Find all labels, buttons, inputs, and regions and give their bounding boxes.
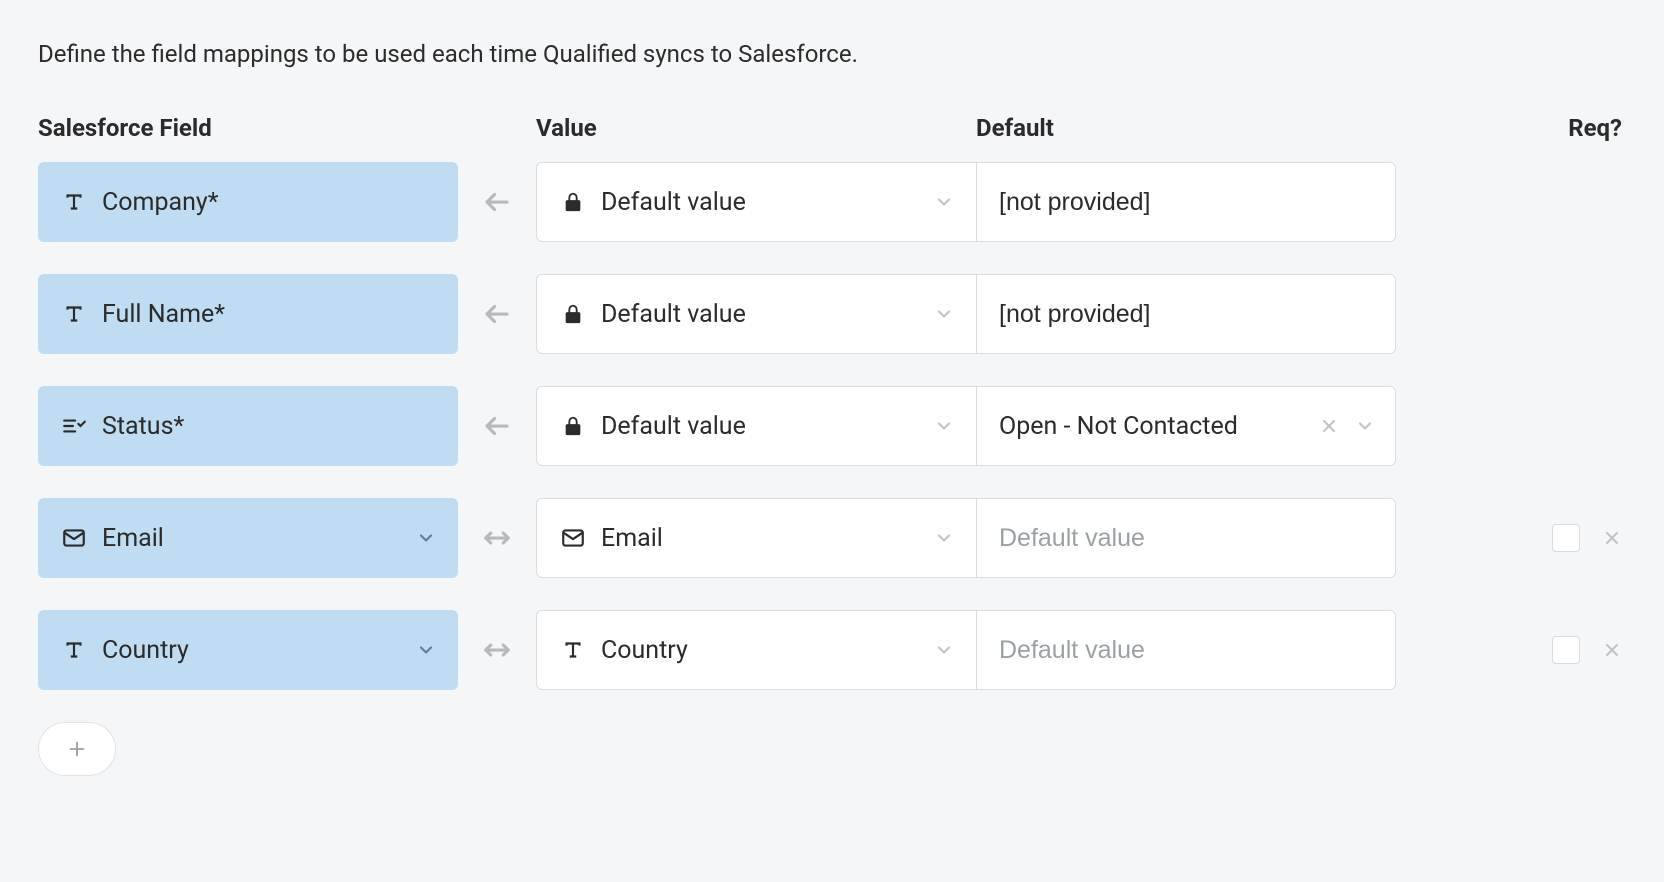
- add-row-button[interactable]: [38, 722, 116, 776]
- required-checkbox[interactable]: [1552, 636, 1580, 664]
- arrow-bidirectional-icon: [458, 523, 536, 553]
- remove-row-icon[interactable]: [1602, 528, 1622, 548]
- default-input[interactable]: [999, 300, 1373, 329]
- salesforce-field-box[interactable]: Country: [38, 610, 458, 690]
- value-label: Default value: [601, 412, 934, 441]
- required-checkbox[interactable]: [1552, 524, 1580, 552]
- value-select[interactable]: Email: [537, 499, 977, 577]
- value-default-group: Email: [536, 498, 1396, 578]
- arrow-bidirectional-icon: [458, 635, 536, 665]
- salesforce-field-label: Country: [102, 636, 416, 665]
- value-default-group: Default value Open - Not Contacted: [536, 386, 1396, 466]
- value-label: Default value: [601, 188, 934, 217]
- arrow-left-icon: [458, 187, 536, 217]
- header-req: Req?: [1396, 114, 1626, 142]
- row-tail: [1396, 524, 1626, 552]
- plus-icon: [66, 738, 88, 760]
- header-default: Default: [976, 114, 1396, 142]
- value-default-group: Default value: [536, 274, 1396, 354]
- chevron-down-icon: [1355, 416, 1375, 436]
- default-input[interactable]: [999, 524, 1373, 553]
- lock-icon: [559, 415, 587, 437]
- clear-icon[interactable]: [1319, 416, 1339, 436]
- picklist-icon: [60, 413, 88, 439]
- value-select[interactable]: Default value: [537, 275, 977, 353]
- default-input-wrap: [977, 499, 1395, 577]
- chevron-down-icon: [934, 192, 954, 212]
- default-input-wrap: [977, 611, 1395, 689]
- mail-icon: [60, 525, 88, 551]
- lock-icon: [559, 191, 587, 213]
- value-default-group: Default value: [536, 162, 1396, 242]
- chevron-down-icon: [934, 640, 954, 660]
- salesforce-field-box: Status*: [38, 386, 458, 466]
- salesforce-field-label: Full Name*: [102, 300, 436, 329]
- mapping-row: Full Name* Default value: [38, 274, 1626, 354]
- text-icon: [60, 189, 88, 215]
- lock-icon: [559, 303, 587, 325]
- value-default-group: Country: [536, 610, 1396, 690]
- salesforce-field-box[interactable]: Email: [38, 498, 458, 578]
- default-input[interactable]: [999, 636, 1373, 665]
- header-row: Salesforce Field Value Default Req?: [38, 114, 1626, 142]
- text-icon: [60, 637, 88, 663]
- default-select[interactable]: Open - Not Contacted: [977, 387, 1395, 465]
- value-select[interactable]: Default value: [537, 387, 977, 465]
- arrow-left-icon: [458, 299, 536, 329]
- default-input-wrap: [977, 163, 1395, 241]
- default-select-value: Open - Not Contacted: [999, 412, 1319, 441]
- salesforce-field-label: Status*: [102, 412, 436, 441]
- chevron-down-icon: [934, 304, 954, 324]
- value-label: Default value: [601, 300, 934, 329]
- remove-row-icon[interactable]: [1602, 640, 1622, 660]
- salesforce-field-label: Email: [102, 524, 416, 553]
- arrow-left-icon: [458, 411, 536, 441]
- default-input[interactable]: [999, 188, 1373, 217]
- mapping-row: Company* Default value: [38, 162, 1626, 242]
- salesforce-field-box: Full Name*: [38, 274, 458, 354]
- salesforce-field-label: Company*: [102, 188, 436, 217]
- value-label: Country: [601, 636, 934, 665]
- text-icon: [559, 637, 587, 663]
- salesforce-field-box: Company*: [38, 162, 458, 242]
- mail-icon: [559, 525, 587, 551]
- value-select[interactable]: Country: [537, 611, 977, 689]
- row-tail: [1396, 636, 1626, 664]
- mapping-row: Status* Default value Open - Not Contacted: [38, 386, 1626, 466]
- text-icon: [60, 301, 88, 327]
- chevron-down-icon: [416, 640, 436, 660]
- chevron-down-icon: [934, 416, 954, 436]
- header-salesforce-field: Salesforce Field: [38, 114, 458, 142]
- intro-text: Define the field mappings to be used eac…: [38, 40, 1626, 68]
- default-input-wrap: [977, 275, 1395, 353]
- header-value: Value: [536, 114, 976, 142]
- mapping-row: Email Email: [38, 498, 1626, 578]
- chevron-down-icon: [416, 528, 436, 548]
- value-label: Email: [601, 524, 934, 553]
- chevron-down-icon: [934, 528, 954, 548]
- value-select[interactable]: Default value: [537, 163, 977, 241]
- mapping-row: Country Country: [38, 610, 1626, 690]
